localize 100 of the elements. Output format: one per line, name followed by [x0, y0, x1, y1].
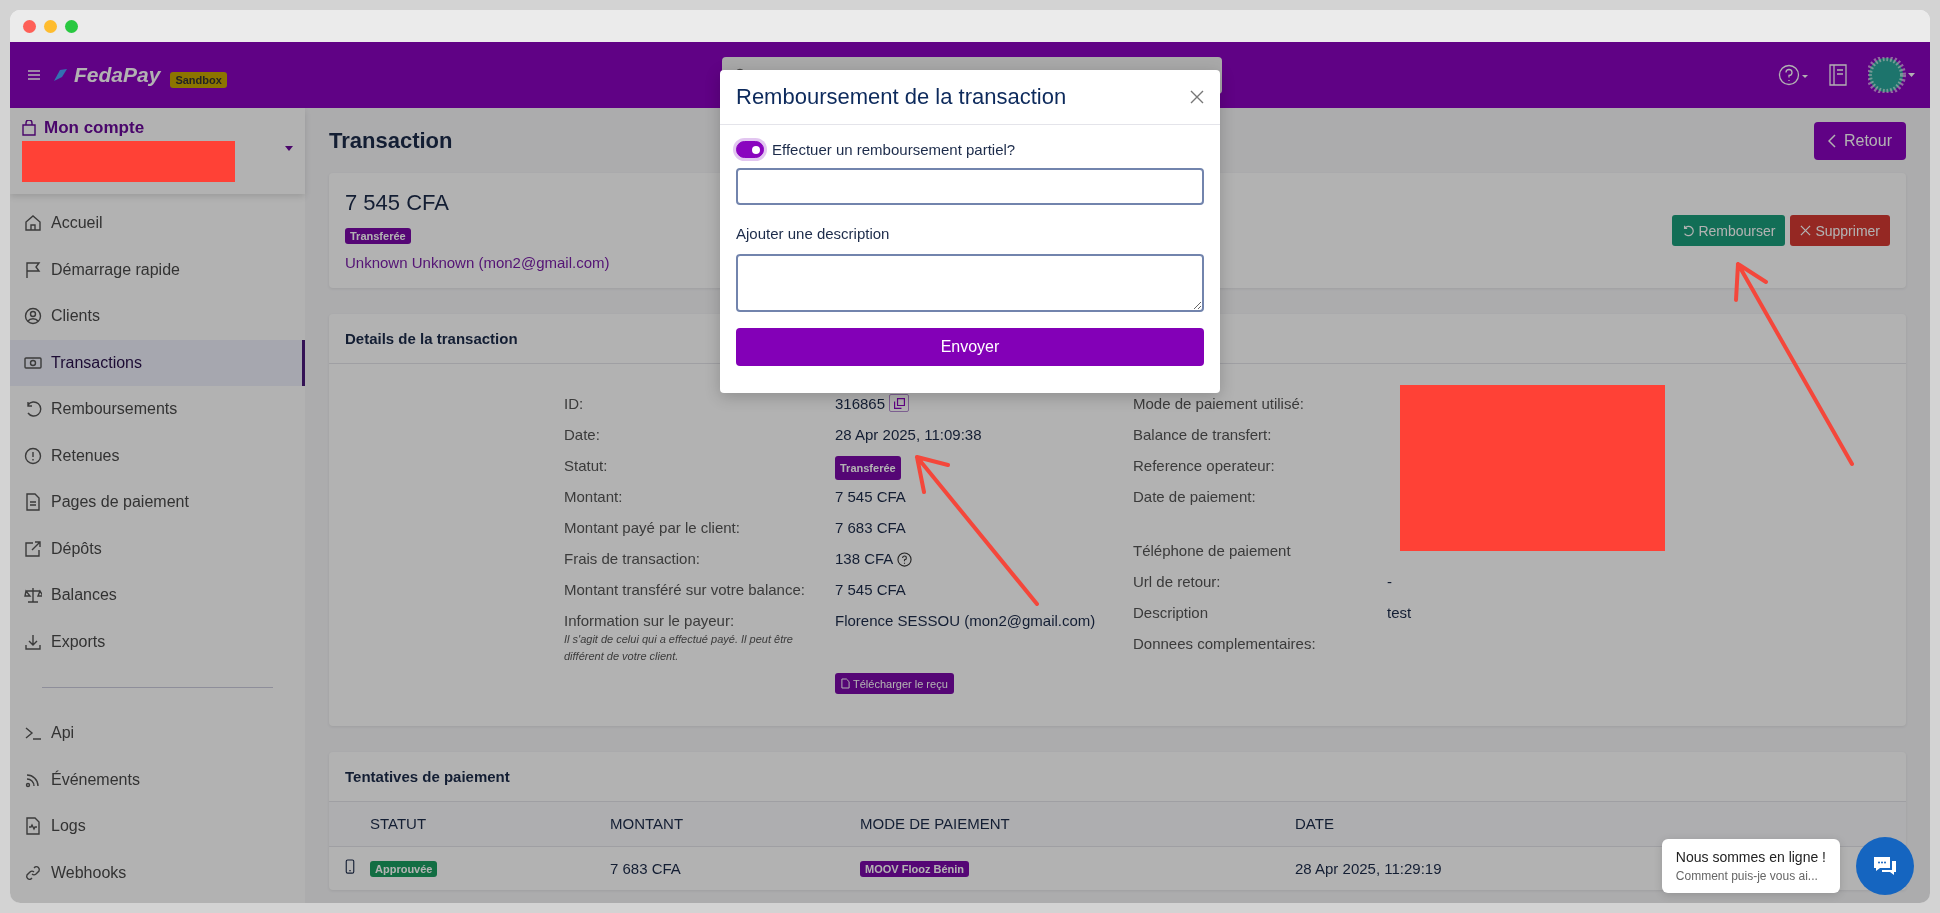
partial-refund-toggle[interactable] — [736, 141, 764, 158]
status-badge: Transferée — [835, 456, 901, 480]
alert-icon — [24, 446, 42, 465]
detail-label: Description — [1133, 603, 1210, 623]
detail-label: Statut: — [564, 456, 609, 476]
table-cell: 7 683 CFA — [609, 846, 859, 890]
dialog-title: Remboursement de la transaction — [736, 84, 1067, 110]
undo-icon — [1682, 224, 1695, 237]
detail-label: Mode de paiement utilisé: — [1133, 394, 1305, 414]
sidebar-item[interactable]: Événements — [10, 756, 305, 803]
detail-value: 28 Apr 2025, 11:09:38 — [835, 425, 982, 445]
close-icon — [1800, 225, 1812, 236]
detail-label: Date de paiement: — [1133, 487, 1257, 507]
detail-label: Montant payé par le client: — [564, 518, 741, 538]
scale-icon — [24, 586, 42, 605]
description-input[interactable] — [736, 254, 1204, 312]
detail-label: Url de retour: — [1133, 572, 1222, 592]
help-icon[interactable] — [1778, 64, 1808, 86]
sidebar-item[interactable]: Pages de paiement — [10, 479, 305, 526]
book-icon[interactable] — [1828, 64, 1848, 86]
account-switcher[interactable]: Mon compte — [10, 108, 305, 194]
environment-badge: Sandbox — [170, 72, 227, 88]
sidebar-item[interactable]: Webhooks — [10, 849, 305, 896]
chat-title: Nous sommes en ligne ! — [1675, 849, 1826, 865]
sidebar-item[interactable]: Balances — [10, 572, 305, 619]
bag-icon — [22, 120, 36, 136]
house-icon — [24, 214, 42, 233]
column-header: DATE — [1294, 802, 1594, 846]
column-header: MONTANT — [609, 802, 859, 846]
download-icon — [24, 632, 42, 651]
amount-input[interactable] — [736, 168, 1204, 205]
menu-icon[interactable] — [28, 70, 40, 80]
account-label: Mon compte — [44, 118, 145, 138]
minimize-window-dot[interactable] — [44, 19, 57, 33]
help-icon[interactable] — [897, 551, 913, 567]
detail-value: 7 545 CFA — [835, 580, 906, 600]
flag-icon — [24, 260, 42, 279]
detail-label: Balance de transfert: — [1133, 425, 1273, 445]
close-icon[interactable] — [1190, 90, 1204, 104]
copy-icon — [893, 397, 905, 409]
sidebar-item[interactable]: Clients — [10, 293, 305, 340]
close-window-dot[interactable] — [23, 19, 36, 33]
help-note: Il s'agit de celui qui a effectué payé. Il peut être différent de votre client. — [564, 632, 794, 664]
payment-method-badge: MOOV Flooz Bénin — [860, 861, 969, 878]
detail-label: Donnees complementaires: — [1133, 634, 1317, 654]
maximize-window-dot[interactable] — [65, 19, 78, 33]
amount-text: 7 545 CFA — [345, 190, 450, 216]
sidebar-item[interactable]: Logs — [10, 803, 305, 850]
caret-icon[interactable] — [285, 146, 293, 151]
sidebar-item[interactable]: Transactions — [10, 339, 305, 386]
customer-link[interactable]: Unknown Unknown (mon2@gmail.com) — [345, 254, 610, 271]
detail-label: Date: — [564, 425, 601, 445]
sidebar-item[interactable]: Exports — [10, 618, 305, 665]
table-cell: 28 Apr 2025, 11:29:19 — [1294, 846, 1594, 890]
logo-text[interactable]: FedaPay — [74, 63, 161, 87]
detail-label: Montant: — [564, 487, 624, 507]
sidebar-item[interactable]: Accueil — [10, 200, 305, 247]
chat-subtitle: Comment puis-je vous ai... — [1675, 869, 1819, 883]
avatar[interactable] — [1868, 57, 1916, 93]
detail-value: - — [1387, 572, 1392, 592]
back-button[interactable]: Retour — [1813, 121, 1906, 160]
copy-button[interactable] — [889, 394, 910, 412]
sidebar-item[interactable]: Api — [10, 710, 305, 757]
document-icon — [24, 493, 42, 512]
document-icon — [841, 678, 850, 689]
detail-label: Montant transféré sur votre balance: — [564, 580, 806, 600]
sidebar-item[interactable]: Remboursements — [10, 386, 305, 433]
feather-icon — [52, 68, 68, 82]
detail-value: 316865 — [835, 394, 886, 414]
toggle-label: Effectuer un remboursement partiel? — [772, 141, 1016, 158]
status-badge: Approuvée — [370, 861, 438, 878]
log-file-icon — [24, 817, 42, 836]
column-header: MODE DE PAIEMENT — [859, 802, 1294, 846]
detail-label: Frais de transaction: — [564, 549, 701, 569]
delete-button[interactable]: Supprimer — [1790, 215, 1890, 246]
page-title: Transaction — [329, 127, 453, 154]
user-circle-icon — [24, 307, 42, 326]
chevron-left-icon — [1827, 133, 1836, 148]
phone-icon — [345, 859, 355, 875]
detail-value: 7 683 CFA — [835, 518, 906, 538]
detail-value: 7 545 CFA — [835, 487, 906, 507]
detail-label: ID: — [564, 394, 585, 414]
detail-label: Information sur le payeur: — [564, 611, 736, 631]
sidebar-item[interactable]: Dépôts — [10, 525, 305, 572]
link-icon — [24, 863, 42, 882]
column-header: STATUT — [369, 802, 609, 846]
undo-icon — [24, 400, 42, 419]
field-label: Ajouter une description — [736, 225, 891, 242]
detail-value: test — [1387, 603, 1412, 623]
chat-button[interactable] — [1856, 837, 1914, 895]
chat-bubble[interactable]: Nous sommes en ligne ! Comment puis-je vous ai... — [1661, 839, 1840, 893]
chat-icon — [1873, 856, 1897, 876]
status-badge: Transferée — [345, 228, 411, 244]
sidebar-item[interactable]: Retenues — [10, 432, 305, 479]
detail-value: 138 CFA — [835, 549, 894, 569]
submit-button[interactable]: Envoyer — [736, 328, 1204, 366]
share-icon — [24, 539, 42, 558]
detail-label: Reference operateur: — [1133, 456, 1276, 476]
download-receipt-button[interactable]: Télécharger le reçu — [835, 673, 954, 694]
sidebar-item[interactable]: Démarrage rapide — [10, 246, 305, 293]
